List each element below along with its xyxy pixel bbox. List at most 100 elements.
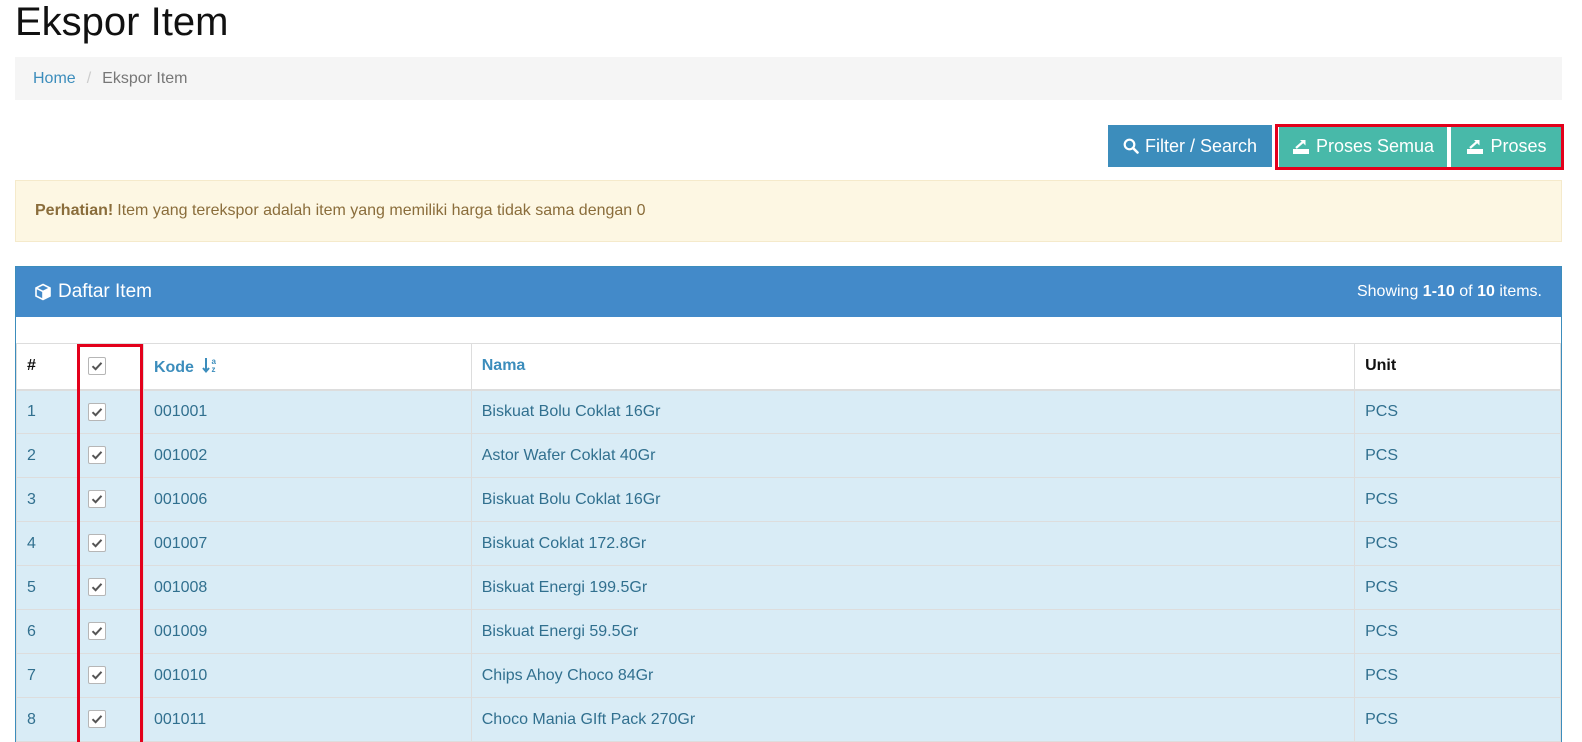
- breadcrumb: Home / Ekspor Item: [15, 57, 1562, 100]
- row-checkbox[interactable]: [87, 446, 106, 465]
- filter-search-button[interactable]: Filter / Search: [1108, 125, 1272, 167]
- summary-range: 1-10: [1422, 283, 1455, 300]
- proses-semua-label: Proses Semua: [1315, 135, 1435, 156]
- summary-of: of: [1459, 283, 1473, 300]
- search-icon: [1123, 138, 1139, 154]
- summary-prefix: Showing: [1356, 283, 1419, 300]
- row-checkbox[interactable]: [87, 534, 106, 553]
- row-kode: 001006: [142, 477, 472, 522]
- row-kode: 001010: [142, 653, 472, 698]
- row-unit: PCS: [1354, 433, 1561, 478]
- row-nama: Biskuat Energi 199.5Gr: [470, 565, 1356, 610]
- header-kode[interactable]: Kode a z: [142, 343, 472, 391]
- check-icon: [91, 407, 103, 417]
- row-select-cell[interactable]: [76, 697, 144, 742]
- row-number: 4: [16, 521, 78, 566]
- alert-message: Item yang terekspor adalah item yang mem…: [117, 202, 646, 219]
- row-nama: Astor Wafer Coklat 40Gr: [470, 433, 1356, 478]
- row-unit: PCS: [1354, 521, 1561, 566]
- check-icon: [91, 539, 103, 549]
- row-checkbox[interactable]: [87, 402, 106, 421]
- row-unit: PCS: [1354, 697, 1561, 742]
- row-number: 3: [16, 477, 78, 522]
- sort-alpha-icon: a z: [202, 357, 217, 374]
- row-nama: Biskuat Bolu Coklat 16Gr: [470, 477, 1356, 522]
- filter-search-label: Filter / Search: [1144, 135, 1258, 156]
- header-num: #: [16, 343, 78, 391]
- row-select-cell[interactable]: [76, 389, 144, 434]
- sort-kode-link[interactable]: Kode: [154, 359, 194, 376]
- row-checkbox[interactable]: [87, 578, 106, 597]
- cube-icon: [35, 283, 51, 301]
- breadcrumb-home-link[interactable]: Home: [33, 70, 76, 88]
- row-select-cell[interactable]: [76, 521, 144, 566]
- row-number: 5: [16, 565, 78, 610]
- row-select-cell[interactable]: [76, 565, 144, 610]
- panel-title: Daftar Item: [34, 281, 152, 303]
- header-select-all[interactable]: [76, 343, 144, 391]
- row-select-cell[interactable]: [76, 609, 144, 654]
- row-kode: 001007: [142, 521, 472, 566]
- row-checkbox[interactable]: [87, 710, 106, 729]
- row-unit: PCS: [1354, 565, 1561, 610]
- row-unit: PCS: [1354, 389, 1561, 434]
- table-row[interactable]: 2 001002 Astor Wafer Coklat 40Gr PCS: [16, 433, 1561, 478]
- select-all-checkbox[interactable]: [87, 357, 106, 376]
- row-checkbox[interactable]: [87, 490, 106, 509]
- check-icon: [91, 627, 103, 637]
- table-row[interactable]: 1 001001 Biskuat Bolu Coklat 16Gr PCS: [16, 389, 1561, 434]
- header-nama[interactable]: Nama: [470, 343, 1356, 391]
- row-select-cell[interactable]: [76, 477, 144, 522]
- row-number: 6: [16, 609, 78, 654]
- row-kode: 001001: [142, 389, 472, 434]
- row-nama: Choco Mania GIft Pack 270Gr: [470, 697, 1356, 742]
- check-icon: [91, 671, 103, 681]
- check-icon: [91, 583, 103, 593]
- row-kode: 001008: [142, 565, 472, 610]
- row-select-cell[interactable]: [76, 653, 144, 698]
- export-icon: [1467, 139, 1484, 154]
- row-nama: Biskuat Bolu Coklat 16Gr: [470, 389, 1356, 434]
- breadcrumb-separator: /: [86, 69, 92, 87]
- table-row[interactable]: 8 001011 Choco Mania GIft Pack 270Gr PCS: [16, 697, 1561, 742]
- row-number: 1: [16, 389, 78, 434]
- pagination-summary: Showing 1-10 of 10 items.: [1357, 283, 1542, 301]
- row-number: 2: [16, 433, 78, 478]
- item-list-panel: Daftar Item Showing 1-10 of 10 items. # …: [15, 266, 1562, 742]
- header-unit: Unit: [1354, 343, 1561, 391]
- row-checkbox[interactable]: [87, 622, 106, 641]
- check-icon: [91, 451, 103, 461]
- check-icon: [91, 495, 103, 505]
- breadcrumb-current: Ekspor Item: [102, 69, 188, 87]
- row-unit: PCS: [1354, 653, 1561, 698]
- sort-nama-link[interactable]: Nama: [482, 357, 526, 374]
- table-row[interactable]: 4 001007 Biskuat Coklat 172.8Gr PCS: [16, 521, 1561, 566]
- proses-button[interactable]: Proses: [1451, 125, 1562, 167]
- row-number: 8: [16, 697, 78, 742]
- svg-text:z: z: [212, 365, 216, 374]
- export-icon: [1292, 139, 1309, 154]
- page-title: Ekspor Item: [15, 0, 229, 44]
- panel-title-label: Daftar Item: [58, 281, 152, 302]
- table-row[interactable]: 5 001008 Biskuat Energi 199.5Gr PCS: [16, 565, 1561, 610]
- item-table: # Kode a z Nama Unit 1 001001 Biskuat Bo…: [16, 343, 1561, 742]
- warning-alert: Perhatian! Item yang terekspor adalah it…: [15, 180, 1562, 242]
- panel-heading: Daftar Item Showing 1-10 of 10 items.: [16, 267, 1561, 317]
- row-unit: PCS: [1354, 609, 1561, 654]
- check-icon: [91, 362, 103, 371]
- alert-strong: Perhatian!: [35, 202, 114, 219]
- row-checkbox[interactable]: [87, 666, 106, 685]
- row-select-cell[interactable]: [76, 433, 144, 478]
- row-kode: 001009: [142, 609, 472, 654]
- table-row[interactable]: 6 001009 Biskuat Energi 59.5Gr PCS: [16, 609, 1561, 654]
- table-row[interactable]: 7 001010 Chips Ahoy Choco 84Gr PCS: [16, 653, 1561, 698]
- table-row[interactable]: 3 001006 Biskuat Bolu Coklat 16Gr PCS: [16, 477, 1561, 522]
- row-nama: Chips Ahoy Choco 84Gr: [470, 653, 1356, 698]
- row-number: 7: [16, 653, 78, 698]
- proses-label: Proses: [1490, 135, 1547, 156]
- table-body: 1 001001 Biskuat Bolu Coklat 16Gr PCS 2 00100…: [16, 389, 1561, 742]
- row-kode: 001011: [142, 697, 472, 742]
- summary-total: 10: [1477, 283, 1495, 300]
- proses-semua-button[interactable]: Proses Semua: [1279, 125, 1447, 167]
- table-header-row: # Kode a z Nama Unit: [16, 343, 1561, 391]
